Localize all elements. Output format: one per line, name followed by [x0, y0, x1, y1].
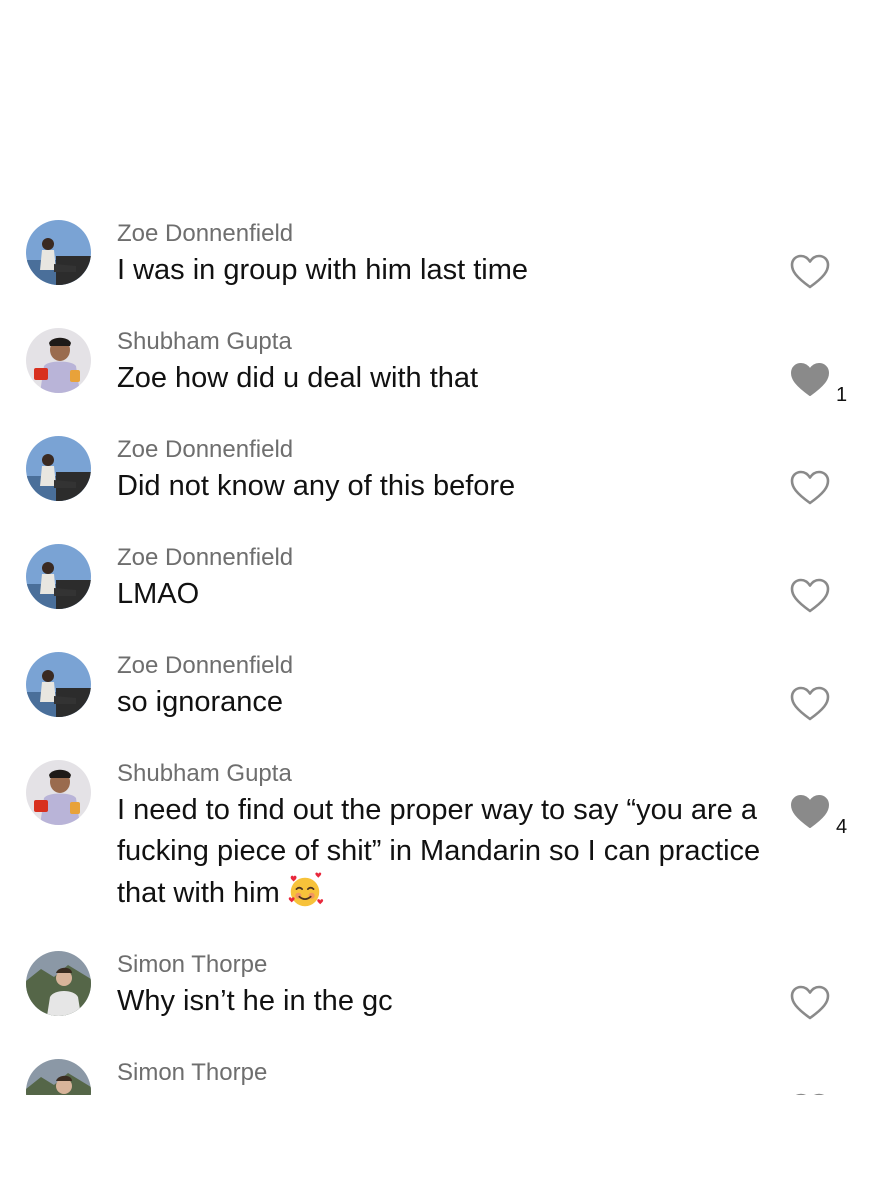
comment-username[interactable]: Simon Thorpe — [117, 951, 267, 979]
like-button[interactable] — [790, 470, 830, 506]
avatar[interactable] — [26, 760, 91, 825]
comment-text: I need to find out the proper way to say… — [117, 790, 767, 914]
avatar[interactable] — [26, 1059, 91, 1095]
like-button[interactable] — [790, 794, 830, 830]
like-button[interactable] — [790, 254, 830, 290]
like-button[interactable] — [790, 362, 830, 398]
comment-text: I was in group with him last time — [117, 254, 528, 286]
like-button[interactable] — [790, 578, 830, 614]
heart-outline-icon — [795, 1093, 825, 1095]
comment-text: Did not know any of this before — [117, 470, 516, 502]
comment-text-content: I need to find out the proper way to say… — [117, 794, 761, 909]
avatar-image — [26, 436, 91, 501]
like-button[interactable] — [790, 985, 830, 1021]
like-count: 4 — [836, 816, 848, 838]
heart-outline-icon — [790, 578, 830, 613]
like-count: 1 — [836, 384, 848, 406]
heart-filled-icon — [791, 795, 829, 828]
avatar[interactable] — [26, 544, 91, 609]
avatar-image — [26, 760, 91, 825]
comment-text: so ignorance — [117, 686, 284, 718]
comment-username[interactable]: Shubham Gupta — [117, 328, 292, 356]
like-button[interactable] — [790, 686, 830, 722]
avatar-image — [26, 544, 91, 609]
avatar[interactable] — [26, 436, 91, 501]
comment-text: Zoe how did u deal with that — [117, 362, 479, 394]
avatar[interactable] — [26, 220, 91, 285]
avatar[interactable] — [26, 328, 91, 393]
avatar-image — [26, 951, 91, 1016]
comment-username[interactable]: Zoe Donnenfield — [117, 544, 293, 572]
avatar[interactable] — [26, 951, 91, 1016]
heart-filled-icon — [791, 363, 829, 396]
avatar-image — [26, 328, 91, 393]
comment-username[interactable]: Simon Thorpe — [117, 1059, 267, 1087]
comments-viewport[interactable]: Zoe Donnenfield I was in group with him … — [0, 0, 874, 1095]
like-button[interactable] — [790, 1093, 830, 1095]
smiling-face-with-hearts-icon — [288, 872, 323, 907]
heart-outline-icon — [790, 686, 830, 721]
avatar-image — [26, 1059, 91, 1095]
avatar[interactable] — [26, 652, 91, 717]
heart-outline-icon — [790, 254, 830, 289]
comment-username[interactable]: Zoe Donnenfield — [117, 436, 293, 464]
avatar-image — [26, 652, 91, 717]
comment-text: Why isn’t he in the gc — [117, 985, 393, 1017]
avatar-image — [26, 220, 91, 285]
comment-text: LMAO — [117, 578, 200, 610]
comment-username[interactable]: Zoe Donnenfield — [117, 652, 293, 680]
comment-username[interactable]: Shubham Gupta — [117, 760, 292, 788]
comment-username[interactable]: Zoe Donnenfield — [117, 220, 293, 248]
heart-outline-icon — [790, 470, 830, 505]
heart-outline-icon — [790, 985, 830, 1020]
